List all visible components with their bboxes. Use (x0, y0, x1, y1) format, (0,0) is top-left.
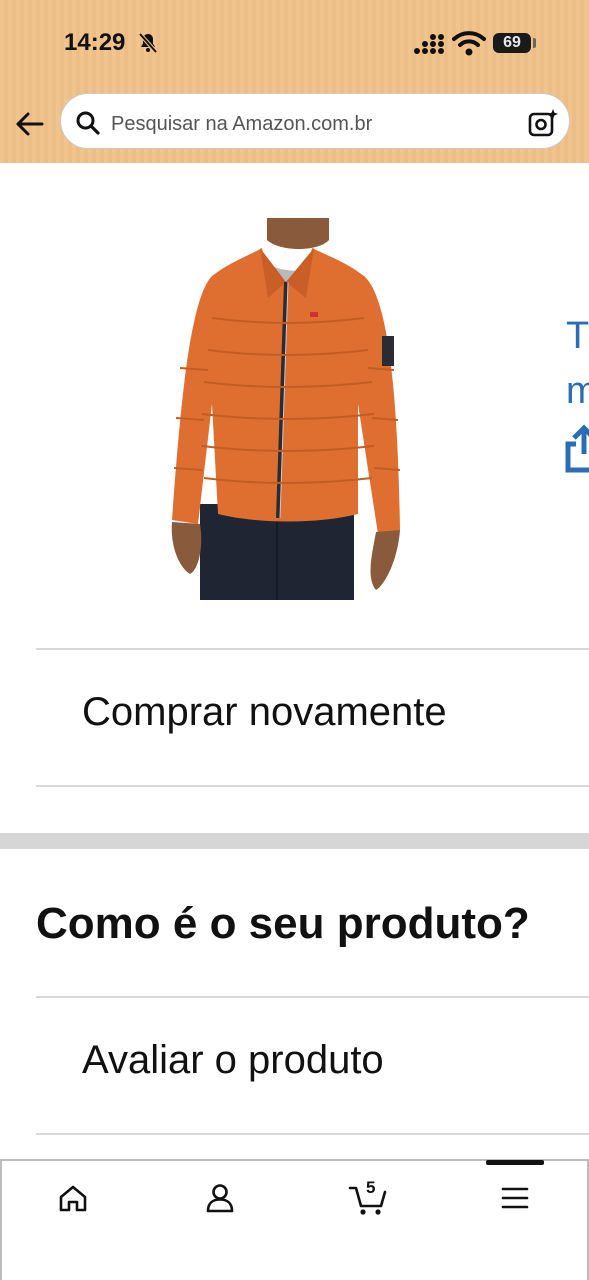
signal-icon (414, 34, 444, 54)
review-section-title: Como é o seu produto? (36, 899, 530, 948)
menu-icon[interactable] (495, 1178, 535, 1218)
status-time: 14:29 (64, 29, 126, 56)
battery-tip (533, 38, 536, 48)
carousel-peek-text: m (566, 370, 589, 412)
wifi-icon (452, 31, 486, 56)
active-tab-indicator (486, 1160, 544, 1165)
account-icon[interactable] (200, 1178, 240, 1218)
divider (36, 785, 589, 787)
rate-product-link[interactable]: Avaliar o produto (82, 1038, 384, 1083)
bell-slash-icon (138, 32, 158, 54)
back-arrow-icon[interactable] (14, 110, 46, 138)
search-icon (76, 111, 100, 135)
header-bar: 14:29 69 Pesquisar na Amazon.com.br (0, 0, 589, 163)
battery-icon: 69 (493, 33, 531, 53)
cart-count-badge: 5 (366, 1178, 376, 1197)
search-placeholder: Pesquisar na Amazon.com.br (111, 113, 373, 135)
product-image[interactable] (168, 218, 406, 600)
share-icon[interactable] (564, 424, 589, 476)
carousel-peek-text: T (566, 315, 589, 357)
home-icon[interactable] (53, 1178, 93, 1218)
camera-search-icon[interactable] (527, 108, 559, 138)
divider (36, 1133, 589, 1135)
buy-again-link[interactable]: Comprar novamente (82, 690, 447, 735)
section-separator (0, 833, 589, 849)
divider (36, 996, 589, 998)
divider (36, 648, 589, 650)
search-input[interactable]: Pesquisar na Amazon.com.br (60, 93, 570, 149)
